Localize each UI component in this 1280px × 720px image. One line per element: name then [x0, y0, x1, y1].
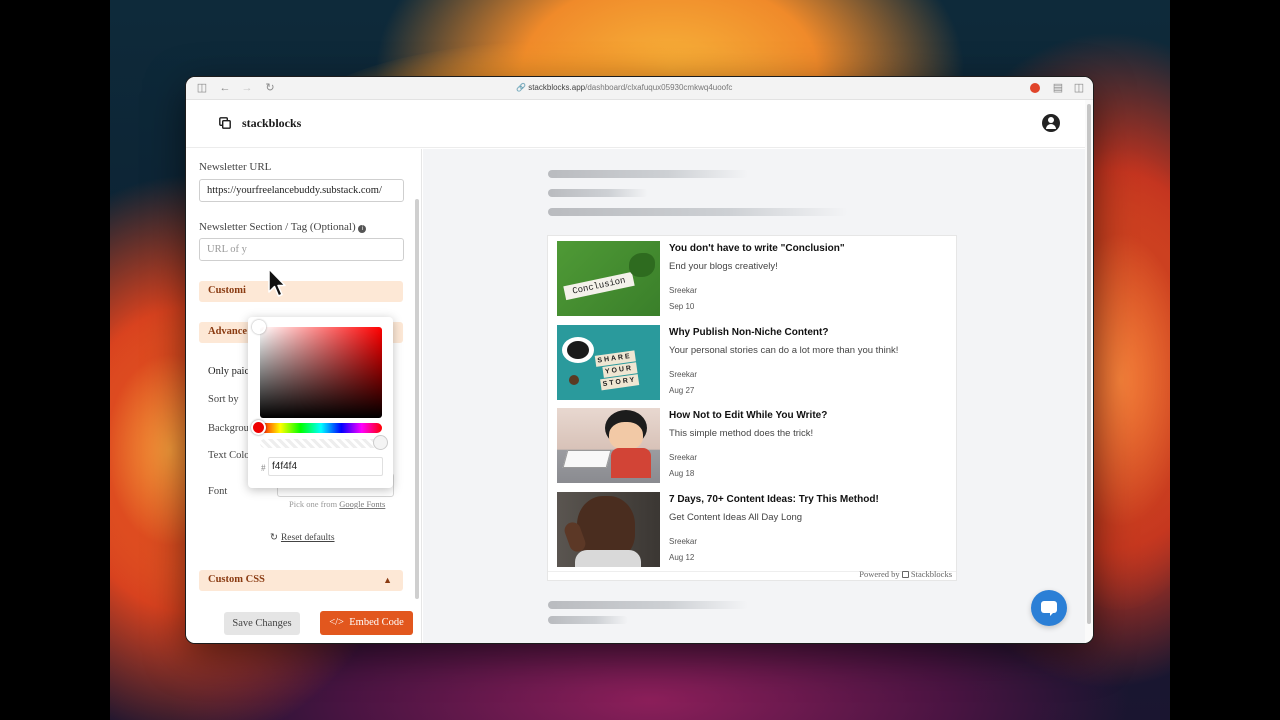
url-path: /dashboard/clxafuqux05930cmkwq4uoofc	[585, 83, 733, 92]
browser-window: ◫ ← → ↻ 🔗 stackblocks.app/dashboard/clxa…	[186, 77, 1093, 643]
post-thumbnail: SHARE YOUR STORY	[557, 325, 660, 400]
account-icon[interactable]	[1042, 114, 1060, 132]
post-thumbnail: Conclusion	[557, 241, 660, 316]
post-date: Aug 27	[669, 386, 695, 395]
skeleton-line	[548, 616, 628, 624]
hex-prefix: #	[261, 463, 266, 473]
page-scrollbar[interactable]	[1085, 100, 1093, 643]
app-name[interactable]: stackblocks	[242, 116, 301, 131]
code-icon: </>	[329, 617, 344, 628]
posts-widget: Conclusion You don't have to write "Conc…	[547, 235, 957, 581]
link-icon: 🔗	[516, 83, 526, 92]
post-title[interactable]: Why Publish Non-Niche Content?	[669, 327, 828, 338]
post-title[interactable]: 7 Days, 70+ Content Ideas: Try This Meth…	[669, 494, 879, 505]
newsletter-url-input[interactable]: https://yourfreelancebuddy.substack.com/	[199, 179, 404, 202]
post-item[interactable]: How Not to Edit While You Write? This si…	[557, 408, 947, 484]
browser-toolbar: ◫ ← → ↻ 🔗 stackblocks.app/dashboard/clxa…	[186, 77, 1093, 100]
font-hint: Pick one from Google Fonts	[289, 499, 386, 509]
reset-icon: ↻	[270, 533, 278, 543]
stackblocks-mini-icon	[901, 571, 909, 578]
app-header: stackblocks	[186, 100, 1085, 148]
skeleton-line	[548, 170, 748, 178]
embed-code-button[interactable]: </> Embed Code	[320, 611, 413, 635]
section-tag-label: Newsletter Section / Tag (Optional) i	[199, 221, 367, 233]
alpha-handle[interactable]	[373, 435, 388, 450]
saturation-area[interactable]	[260, 327, 382, 418]
post-author: Sreekar	[669, 370, 698, 379]
chat-support-button[interactable]	[1031, 590, 1067, 626]
hex-input[interactable]: f4f4f4	[268, 457, 383, 476]
post-item[interactable]: SHARE YOUR STORY Why Publish Non-Niche C…	[557, 325, 947, 401]
sidebar-scrollbar[interactable]	[415, 199, 419, 599]
color-picker-popover: # f4f4f4	[248, 317, 393, 488]
custom-css-accordion[interactable]: Custom CSS ▲	[199, 570, 403, 591]
only-paid-label: Only paic	[208, 366, 250, 377]
info-icon: i	[358, 225, 367, 233]
post-title[interactable]: You don't have to write "Conclusion"	[669, 243, 845, 254]
post-author: Sreekar	[669, 537, 698, 546]
post-author: Sreekar	[669, 286, 698, 295]
post-item[interactable]: 7 Days, 70+ Content Ideas: Try This Meth…	[557, 492, 947, 568]
mouse-cursor-icon	[268, 268, 286, 297]
post-subtitle: Your personal stories can do a lot more …	[669, 345, 899, 356]
google-fonts-link[interactable]: Google Fonts	[339, 499, 385, 509]
post-date: Sep 10	[669, 302, 695, 311]
embed-preview: Conclusion You don't have to write "Conc…	[423, 149, 1085, 643]
post-title[interactable]: How Not to Edit While You Write?	[669, 410, 827, 421]
post-subtitle: This simple method does the trick!	[669, 428, 814, 439]
reset-defaults-button[interactable]: ↻ Reset defaults	[270, 532, 335, 543]
save-changes-button[interactable]: Save Changes	[224, 612, 300, 635]
post-date: Aug 12	[669, 553, 695, 562]
tabs-icon[interactable]: ◫	[1073, 82, 1085, 94]
font-label: Font	[208, 486, 228, 497]
skeleton-line	[548, 601, 748, 609]
forward-icon[interactable]: →	[241, 82, 253, 94]
section-tag-input[interactable]: URL of y	[199, 238, 404, 261]
newsletter-url-label: Newsletter URL	[199, 161, 272, 173]
hue-handle[interactable]	[251, 420, 266, 435]
skeleton-line	[548, 189, 648, 197]
post-item[interactable]: Conclusion You don't have to write "Conc…	[557, 241, 947, 317]
sidebar-toggle-icon[interactable]: ◫	[196, 82, 208, 94]
post-author: Sreekar	[669, 453, 698, 462]
back-icon[interactable]: ←	[219, 82, 231, 94]
sort-by-label: Sort by	[208, 394, 239, 405]
settings-sidebar: Newsletter URL https://yourfreelancebudd…	[186, 149, 422, 643]
reader-icon[interactable]: ▤	[1052, 82, 1064, 94]
hue-slider[interactable]	[260, 423, 382, 433]
address-bar[interactable]: 🔗 stackblocks.app/dashboard/clxafuqux059…	[516, 83, 732, 92]
chevron-up-icon: ▲	[383, 575, 392, 585]
alpha-slider[interactable]	[260, 439, 382, 448]
stackblocks-logo-icon	[219, 117, 231, 129]
post-subtitle: Get Content Ideas All Day Long	[669, 512, 803, 523]
conclusion-paper: Conclusion	[563, 271, 635, 301]
post-date: Aug 18	[669, 469, 695, 478]
reload-icon[interactable]: ↻	[264, 82, 276, 94]
post-subtitle: End your blogs creatively!	[669, 261, 778, 272]
url-host: stackblocks.app	[528, 83, 586, 92]
powered-by[interactable]: Powered by Stackblocks	[859, 569, 952, 579]
customize-accordion[interactable]: Customi	[199, 281, 403, 302]
skeleton-line	[548, 208, 848, 216]
extension-icon[interactable]	[1030, 83, 1040, 93]
saturation-handle[interactable]	[252, 320, 266, 334]
post-thumbnail	[557, 492, 660, 567]
post-thumbnail	[557, 408, 660, 483]
